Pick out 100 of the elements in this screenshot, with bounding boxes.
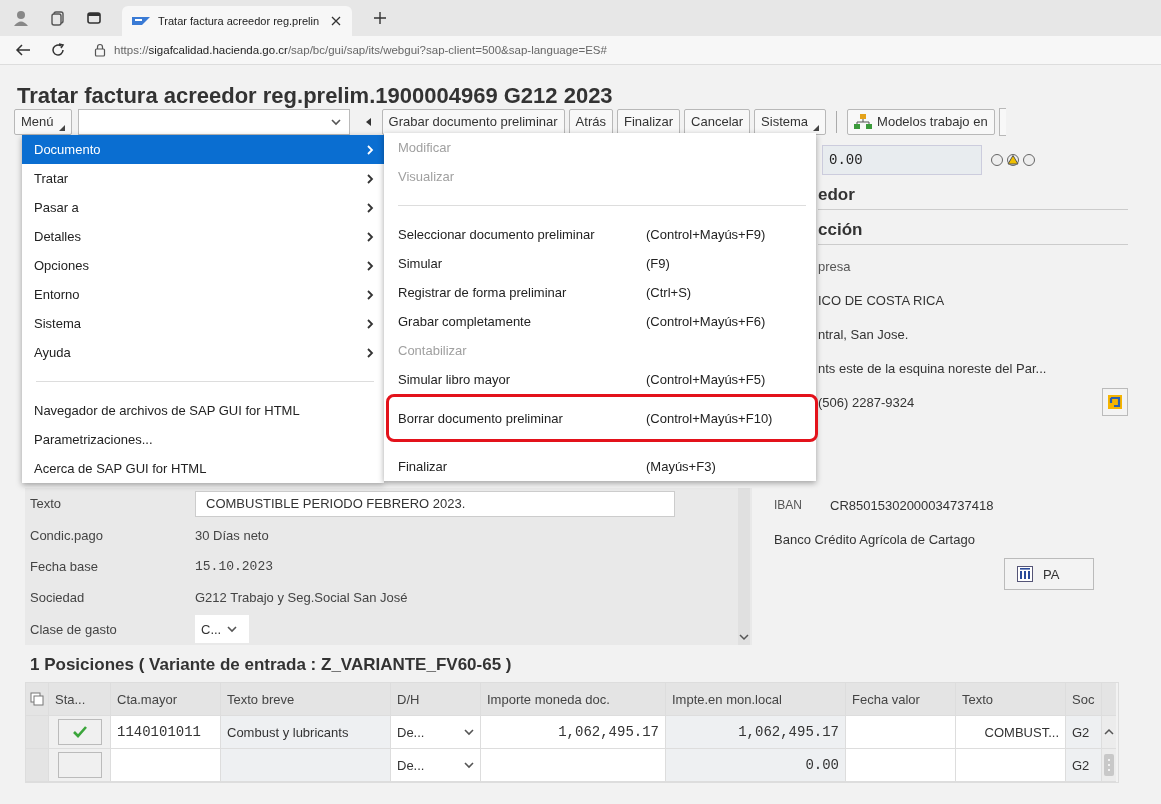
scroll-up-icon[interactable] bbox=[1104, 728, 1114, 736]
column-header[interactable]: Cta.mayor bbox=[111, 683, 221, 716]
toolbar-button[interactable]: Finalizar bbox=[616, 108, 681, 135]
toolbar-button[interactable]: Cancelar bbox=[684, 108, 751, 135]
menu-item[interactable]: Parametrizaciones... bbox=[22, 425, 384, 454]
field-label: Texto bbox=[30, 496, 63, 512]
toolbar-button-edge[interactable] bbox=[998, 107, 1006, 136]
page-icon bbox=[132, 16, 150, 26]
menu-item[interactable]: Sistema bbox=[22, 309, 384, 338]
input-cell[interactable]: 1140101011 bbox=[111, 716, 221, 749]
column-header[interactable]: Texto breve bbox=[221, 683, 391, 716]
shortcut-text: (Ctrl+S) bbox=[646, 285, 692, 300]
field-value: nts este de la esquina noreste del Par... bbox=[818, 360, 1047, 376]
field-label: IBAN bbox=[774, 498, 802, 512]
field-label: presa bbox=[818, 258, 851, 274]
dropdown[interactable]: C... bbox=[195, 615, 249, 644]
menu-item[interactable]: Grabar completamente (Control+Mayús+F6) bbox=[384, 307, 816, 336]
lock-icon bbox=[94, 43, 106, 57]
section-heading: cción bbox=[818, 213, 1128, 245]
chevron-icon bbox=[366, 173, 374, 184]
shortcut-text: (Mayús+F3) bbox=[646, 459, 716, 474]
menu-item[interactable]: Seleccionar documento preliminar (Control+Mayús+F9) bbox=[384, 220, 816, 249]
menu-item[interactable]: Entorno bbox=[22, 280, 384, 309]
toolbar-button[interactable]: Atrás bbox=[568, 108, 613, 135]
shortcut-text: (Control+Mayús+F9) bbox=[646, 227, 766, 242]
column-header[interactable]: Importe moneda doc. bbox=[481, 683, 666, 716]
column-header[interactable]: Sta... bbox=[49, 683, 111, 716]
chevron-icon bbox=[366, 202, 374, 213]
menu-item[interactable]: Simular libro mayor (Control+Mayús+F5) bbox=[384, 365, 816, 394]
menu-item[interactable]: Acerca de SAP GUI for HTML bbox=[22, 454, 384, 483]
chevron-down-icon bbox=[464, 728, 474, 736]
table-cell: 0.00 bbox=[666, 749, 846, 782]
column-header[interactable]: D/H bbox=[391, 683, 481, 716]
reload-icon[interactable] bbox=[50, 42, 66, 58]
profile-icon bbox=[12, 9, 30, 27]
menu-button[interactable]: Menú bbox=[14, 108, 72, 135]
menu-item[interactable]: Registrar de forma preliminar (Ctrl+S) bbox=[384, 278, 816, 307]
input-cell[interactable] bbox=[111, 749, 221, 782]
close-icon[interactable] bbox=[330, 15, 342, 27]
dropdown[interactable]: De... bbox=[391, 749, 481, 782]
column-header[interactable]: Fecha valor bbox=[846, 683, 956, 716]
field-value: 15.10.2023 bbox=[195, 559, 273, 574]
hierarchy-icon bbox=[854, 113, 873, 130]
corner-icon bbox=[813, 124, 820, 131]
dropdown[interactable]: De... bbox=[391, 716, 481, 749]
shortcut-text: (F9) bbox=[646, 256, 670, 271]
chevron-icon bbox=[366, 289, 374, 300]
shortcut-text: (Control+Mayús+F5) bbox=[646, 372, 766, 387]
collections-icon[interactable] bbox=[50, 10, 66, 26]
chevron-icon bbox=[366, 144, 374, 155]
table-cell: G2 bbox=[1066, 749, 1102, 782]
column-header[interactable]: Soc bbox=[1066, 683, 1102, 716]
field-label: Condic.pago bbox=[30, 527, 104, 543]
url-text: https://sigafcalidad.hacienda.go.cr/sap/bc/gui/sap/its/webgui?sap-client=500&sap-language=ES# bbox=[114, 44, 607, 56]
menu-item[interactable]: Ayuda bbox=[22, 338, 384, 367]
select-all-icon[interactable] bbox=[30, 692, 44, 706]
menu-item[interactable]: Borrar documento preliminar (Control+Mayús+F10) bbox=[386, 394, 818, 442]
toolbar-button[interactable]: Modelos trabajo en bbox=[847, 108, 995, 135]
menu-item[interactable]: Pasar a bbox=[22, 193, 384, 222]
input-cell[interactable] bbox=[846, 749, 956, 782]
field-value: ntral, San Jose. bbox=[818, 326, 909, 342]
check-icon bbox=[71, 725, 88, 739]
status-button[interactable] bbox=[57, 752, 102, 778]
browser-tab[interactable]: Tratar factura acreedor reg.prelin bbox=[122, 6, 352, 36]
arrow-box-icon bbox=[1107, 394, 1123, 410]
section-heading: edor bbox=[818, 178, 1128, 210]
status-light-icon bbox=[990, 153, 1036, 167]
toolbar-button[interactable]: Sistema bbox=[754, 108, 827, 135]
back-icon[interactable] bbox=[14, 42, 32, 58]
address-button[interactable] bbox=[1102, 388, 1128, 416]
tabs-icon[interactable] bbox=[86, 10, 102, 26]
column-header[interactable]: Impte.en mon.local bbox=[666, 683, 846, 716]
status-button[interactable] bbox=[57, 719, 102, 745]
command-field[interactable] bbox=[77, 108, 350, 135]
scroll-thumb-icon[interactable] bbox=[1104, 754, 1114, 776]
input-cell[interactable] bbox=[481, 749, 666, 782]
corner-icon bbox=[58, 124, 65, 131]
menu-item[interactable]: Opciones bbox=[22, 251, 384, 280]
input-cell[interactable] bbox=[846, 716, 956, 749]
toolbar-button[interactable]: Grabar documento preliminar bbox=[381, 108, 565, 135]
text-field[interactable]: COMBUSTIBLE PERIODO FEBRERO 2023. bbox=[195, 490, 675, 517]
menu-item[interactable]: Tratar bbox=[22, 164, 384, 193]
shortcut-text: (Control+Mayús+F6) bbox=[646, 314, 766, 329]
input-cell[interactable]: 1,062,495.17 bbox=[481, 716, 666, 749]
field-value: 30 Días neto bbox=[195, 527, 269, 543]
chevron-down-icon bbox=[464, 761, 474, 769]
menu-item[interactable]: Detalles bbox=[22, 222, 384, 251]
field-label: Fecha base bbox=[30, 559, 99, 574]
input-cell[interactable] bbox=[956, 749, 1066, 782]
input-cell[interactable]: COMBUST... bbox=[956, 716, 1066, 749]
menu-item[interactable]: Navegador de archivos de SAP GUI for HTML bbox=[22, 396, 384, 425]
new-tab-icon[interactable] bbox=[372, 10, 388, 26]
scrollbar[interactable] bbox=[738, 488, 750, 645]
menu-item[interactable]: Simular (F9) bbox=[384, 249, 816, 278]
menu-item[interactable]: Documento bbox=[22, 135, 384, 164]
column-header[interactable]: Texto bbox=[956, 683, 1066, 716]
menu-item[interactable]: Finalizar (Mayús+F3) bbox=[384, 452, 816, 481]
pa-button[interactable]: PA bbox=[1004, 558, 1094, 590]
amount-field[interactable]: 0.00 bbox=[822, 145, 982, 175]
table-cell: Combust y lubricants bbox=[221, 716, 391, 749]
